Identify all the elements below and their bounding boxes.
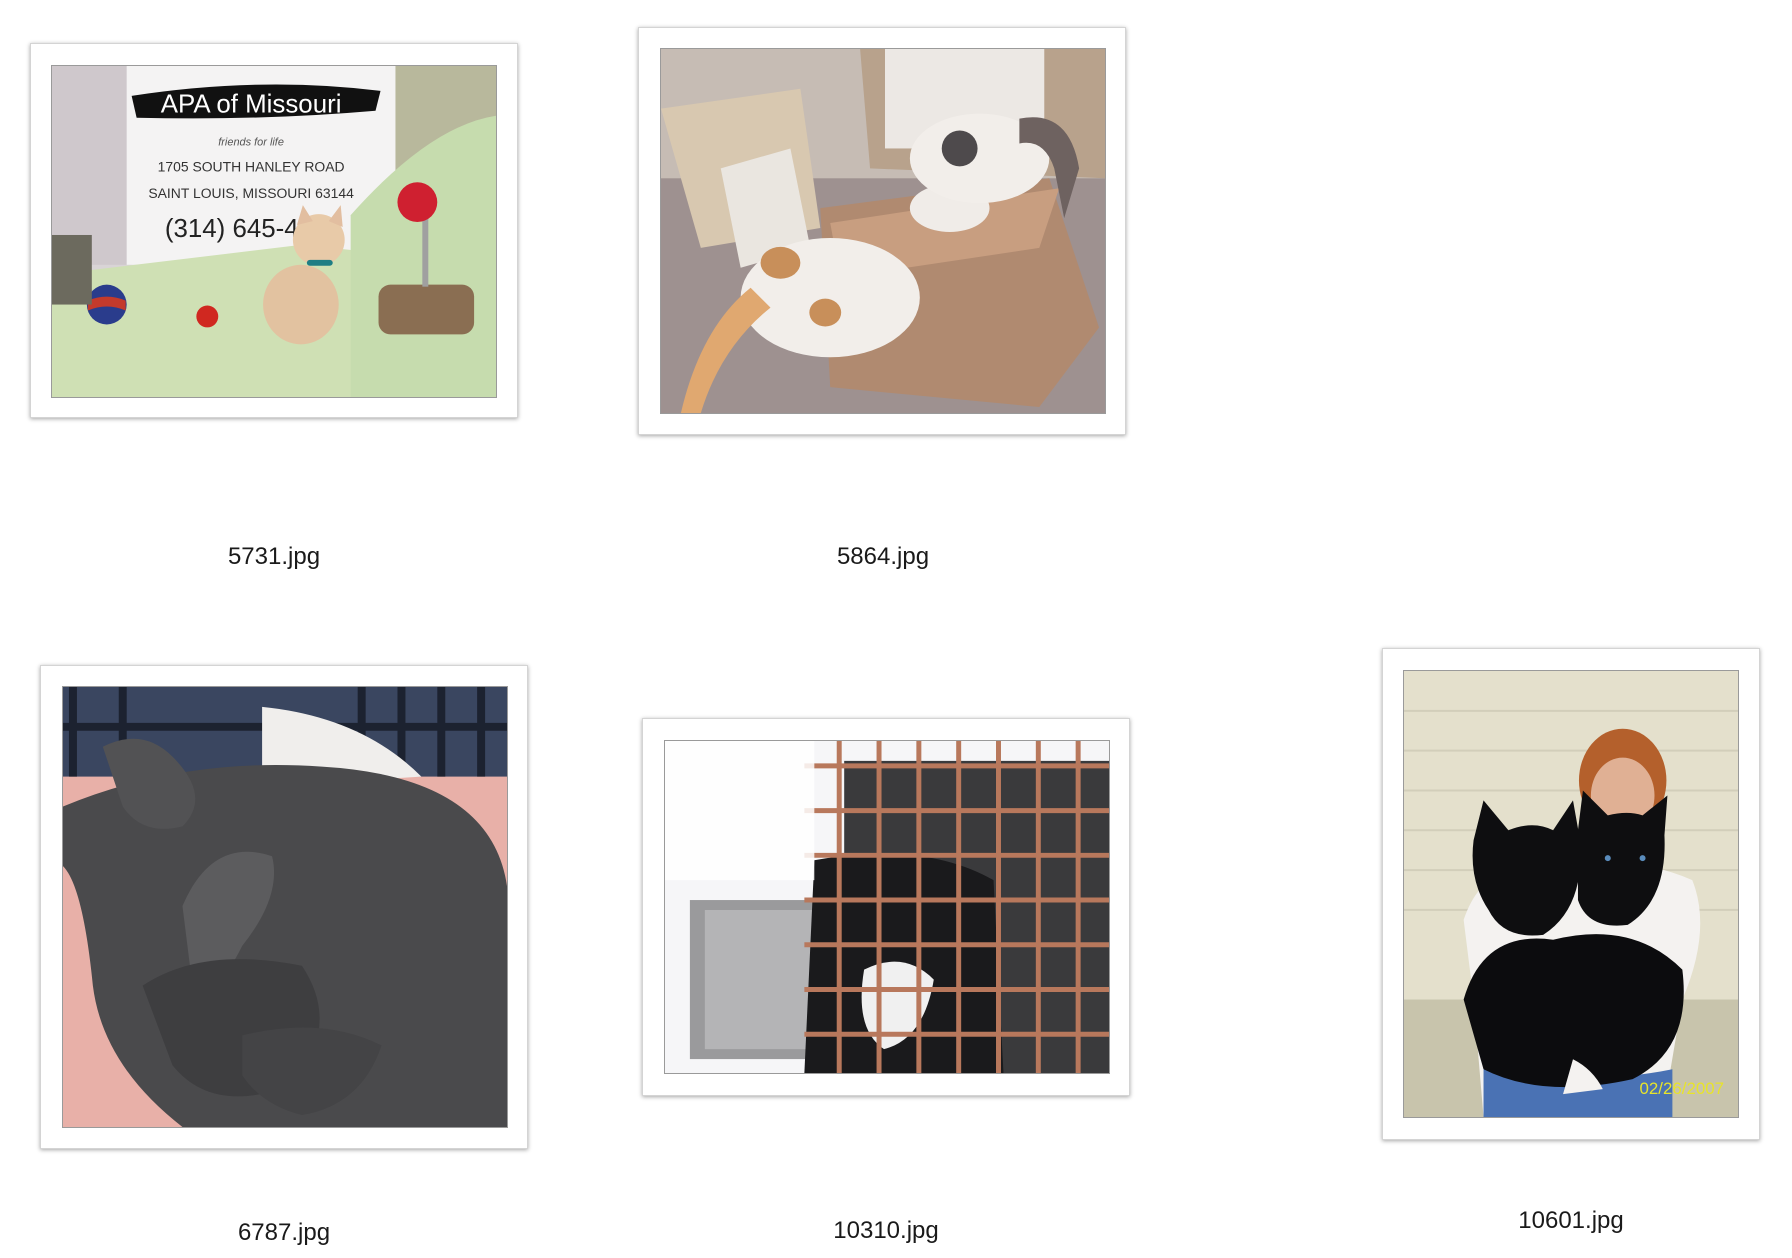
file-name-label[interactable]: 6787.jpg: [238, 1219, 330, 1247]
sign-title: APA of Missouri: [161, 91, 342, 119]
file-name-label[interactable]: 10601.jpg: [1518, 1207, 1623, 1235]
file-name-label[interactable]: 5731.jpg: [228, 543, 320, 571]
thumbnail-image[interactable]: APA of Missouri friends for life 1705 SO…: [51, 65, 497, 398]
thumbnail-image[interactable]: [62, 686, 508, 1128]
thumbnail-image[interactable]: [664, 740, 1110, 1074]
thumbnail-image[interactable]: [660, 48, 1106, 414]
photo-date-stamp: 02/26/2007: [1640, 1079, 1725, 1098]
thumbnail-image[interactable]: 02/26/2007: [1403, 670, 1739, 1118]
sign-tagline: friends for life: [218, 137, 284, 149]
file-name-label[interactable]: 10310.jpg: [833, 1217, 938, 1245]
file-name-label[interactable]: 5864.jpg: [837, 543, 929, 571]
sign-line-1: 1705 SOUTH HANLEY ROAD: [158, 158, 345, 174]
sign-line-2: SAINT LOUIS, MISSOURI 63144: [148, 185, 354, 201]
